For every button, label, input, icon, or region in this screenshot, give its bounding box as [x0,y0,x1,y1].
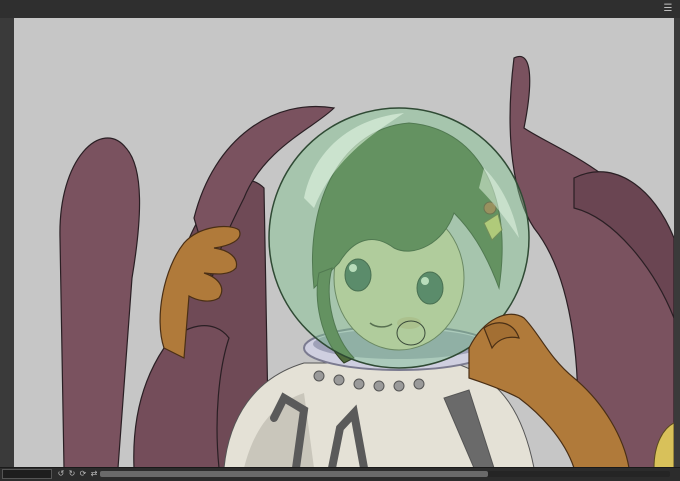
suit-button-4 [373,380,385,392]
right-scrollbar[interactable] [674,18,680,468]
suit-button-2 [333,374,345,386]
horizontal-scroll-thumb[interactable] [100,471,488,477]
menu-icon[interactable]: ☰ [662,3,674,15]
paint-app-window: ☰ ↺ ↻ ⟳ ⇄ [0,0,680,481]
horizontal-scrollbar[interactable] [100,471,670,477]
flip-icon[interactable]: ⇄ [89,469,99,479]
canvas-title-bar: ☰ [0,0,680,19]
status-bar: ↺ ↻ ⟳ ⇄ [0,467,680,481]
drawing-canvas[interactable] [14,18,674,468]
left-ruler [0,18,14,468]
suit-button-3 [353,378,365,390]
suit-button-6 [413,378,425,390]
rotate-reset-icon[interactable]: ↻ [67,469,77,479]
artwork [14,18,674,468]
rotate-left-icon[interactable]: ↺ [56,469,66,479]
rotate-right-icon[interactable]: ⟳ [78,469,88,479]
suit-button-5 [393,380,405,392]
suit-button-1 [313,370,325,382]
zoom-input[interactable] [2,469,52,479]
